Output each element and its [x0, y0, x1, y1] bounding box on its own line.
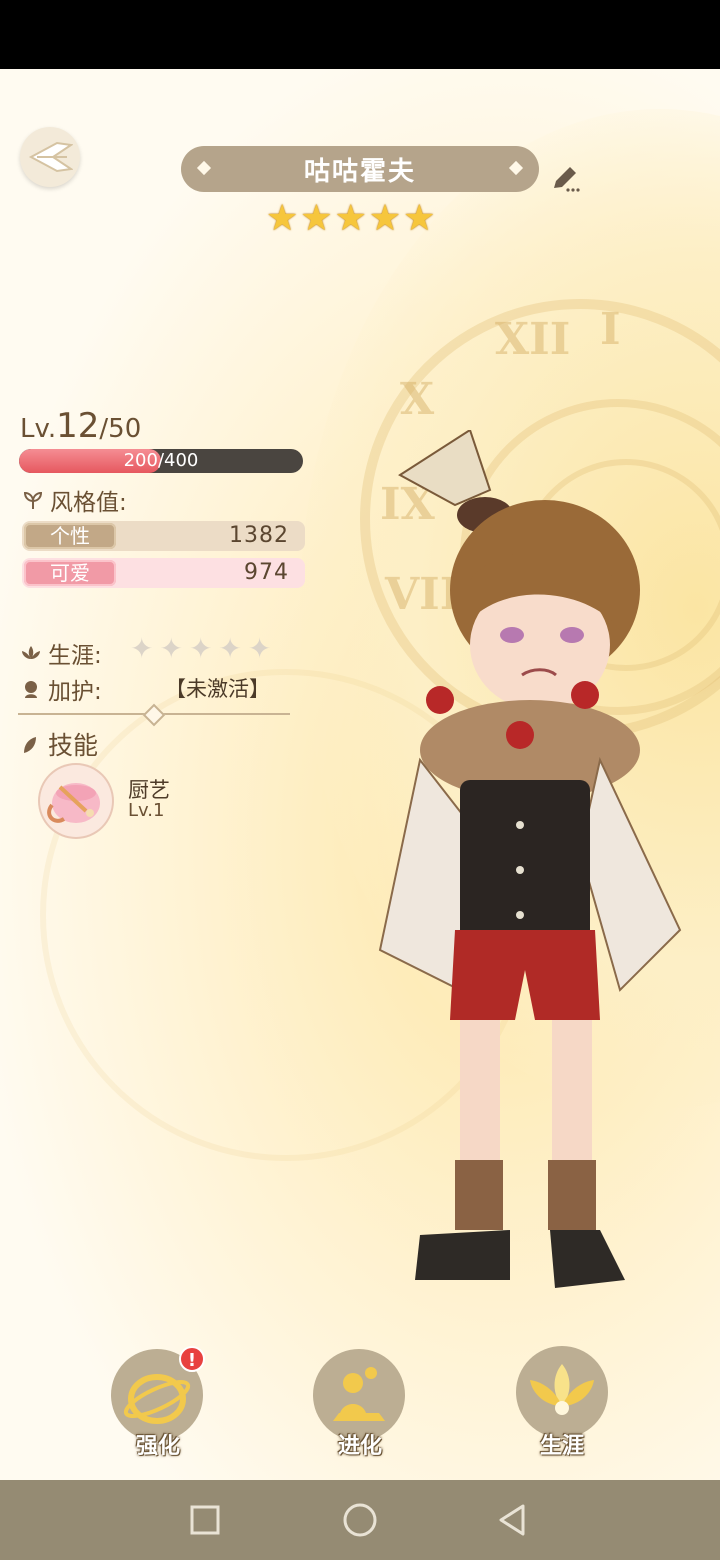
sprout-icon — [24, 737, 36, 753]
cooking-skill-icon[interactable] — [40, 765, 112, 837]
sparkle-icon: ✦ — [130, 632, 154, 665]
star-icon: ★ — [368, 198, 402, 239]
level-prefix: Lv. — [20, 414, 57, 444]
leaf-icon — [23, 491, 43, 509]
career-label: 生涯: — [20, 636, 102, 670]
pot-icon — [47, 783, 100, 823]
stat-row-personality: 个性 1382 — [22, 521, 305, 551]
level-current: 12 — [56, 406, 100, 446]
stat-value: 1382 — [229, 523, 289, 548]
level-display: Lv.12/50 — [20, 406, 141, 446]
edit-pencil-icon[interactable] — [550, 162, 582, 194]
stat-tag: 个性 — [24, 523, 116, 549]
career-action-label: 生涯 — [539, 1434, 584, 1459]
back-arrow-icon — [28, 141, 73, 173]
enhance-label: 强化 — [135, 1434, 180, 1459]
xp-text: 200/400 — [123, 450, 199, 471]
skill-level: Lv.1 — [128, 800, 165, 821]
stat-value: 974 — [244, 560, 289, 585]
guard-label-text: 加护: — [48, 679, 102, 705]
sparkle-icon: ✦ — [159, 632, 183, 665]
career-button[interactable] — [516, 1346, 608, 1438]
home-circle-icon[interactable] — [340, 1500, 380, 1540]
stat-tag: 可爱 — [24, 560, 116, 586]
style-value-label: 风格值: — [22, 483, 127, 517]
sparkle-icon: ✦ — [188, 632, 213, 665]
guardian-icon — [25, 681, 37, 698]
skills-label: 技能 — [20, 726, 98, 762]
star-icon: ★ — [403, 198, 436, 239]
star-icon: ★ — [300, 198, 333, 239]
guard-label: 加护: — [20, 672, 102, 706]
star-icon: ★ — [266, 198, 299, 239]
career-stars: ✦ ✦ ✦ ✦ ✦ — [130, 634, 271, 664]
back-triangle-icon[interactable] — [493, 1500, 533, 1540]
guard-value: 【未激活】 — [165, 677, 270, 701]
level-max: /50 — [99, 414, 142, 444]
star-icon: ★ — [334, 198, 367, 239]
sparkle-icon: ✦ — [247, 632, 272, 665]
character-name-plate: 咕咕霍夫 — [181, 146, 539, 192]
back-button[interactable] — [20, 127, 80, 187]
stat-row-cute: 可爱 974 — [22, 558, 305, 588]
character-figure — [378, 430, 682, 1288]
career-label-text: 生涯: — [48, 643, 102, 669]
notification-badge: ! — [179, 1346, 205, 1372]
style-label-text: 风格值: — [50, 490, 127, 516]
character-name: 咕咕霍夫 — [303, 156, 416, 187]
status-bar — [0, 0, 720, 69]
rarity-stars: ★ ★ ★ ★ ★ — [266, 199, 435, 239]
evolve-label: 进化 — [337, 1434, 382, 1459]
lotus-icon — [22, 646, 40, 659]
skills-label-text: 技能 — [48, 731, 99, 760]
xp-progress-bar: 200/400 — [19, 449, 303, 473]
recents-square-icon[interactable] — [185, 1500, 225, 1540]
career-lotus-icon — [530, 1364, 594, 1415]
sparkle-icon: ✦ — [218, 632, 242, 665]
